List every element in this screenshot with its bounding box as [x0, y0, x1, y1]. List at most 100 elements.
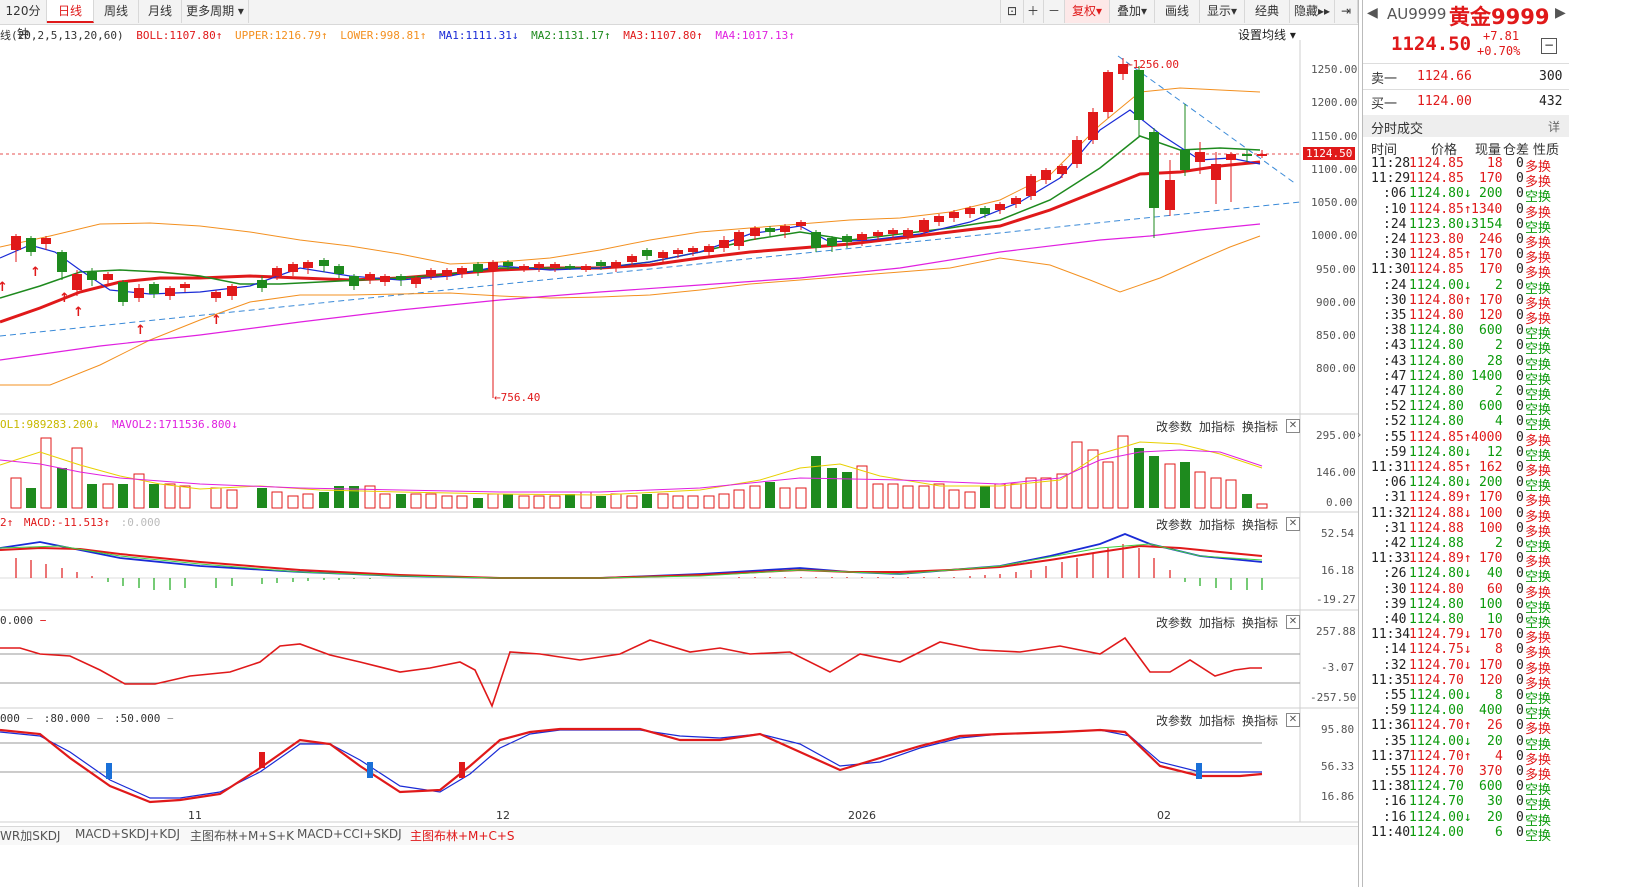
candle-body [134, 288, 144, 298]
template-tab[interactable]: MACD+SKDJ+KDJ [75, 827, 180, 841]
x-tick-label: 11 [188, 809, 202, 822]
tick-volume: 28 [1487, 353, 1503, 369]
classic-button[interactable]: 经典 [1245, 0, 1290, 23]
minimize-icon[interactable]: − [1541, 38, 1557, 54]
edit-params-button[interactable]: 改参数 [1156, 418, 1192, 435]
next-symbol-icon[interactable]: ▶ [1555, 5, 1566, 21]
close-panel-icon[interactable]: ✕ [1286, 517, 1300, 531]
candle-body [934, 216, 944, 222]
ticks-title: 分时成交 [1371, 122, 1424, 137]
volume-bars [10, 435, 1268, 509]
switch-indicator-button[interactable]: 换指标 [1242, 614, 1278, 631]
volume-bar [1010, 483, 1022, 509]
tick-row: :43 1124.80 2 0 空换 [1363, 338, 1569, 357]
chart-canvas[interactable]: ↑ ↑ ↑ ↑ ↑ ↑ [0, 40, 1358, 830]
tick-price: 1124.80 [1409, 353, 1464, 369]
tick-time: 11:36 [1371, 718, 1411, 734]
lock-icon[interactable]: ⊡ [1000, 0, 1024, 23]
add-indicator-button[interactable]: 加指标 [1199, 712, 1235, 729]
macd-period: 2 [0, 516, 7, 529]
period-tab-monthly[interactable]: 月线 [139, 0, 182, 23]
tick-row: 11:28 1124.85 18 0 多换 [1363, 156, 1569, 175]
switch-indicator-button[interactable]: 换指标 [1242, 516, 1278, 533]
candlestick [1180, 104, 1190, 176]
period-tab-daily[interactable]: 日线 [47, 0, 94, 23]
tick-oi: 0 [1516, 277, 1524, 293]
prev-symbol-icon[interactable]: ◀ [1367, 5, 1378, 21]
tick-oi: 0 [1516, 368, 1524, 384]
template-tab-active[interactable]: 主图布林+M+C+S [410, 827, 515, 844]
draw-line-button[interactable]: 画线 [1155, 0, 1200, 23]
overlay-dropdown[interactable]: 叠加▾ [1110, 0, 1155, 23]
splitter-line [1358, 0, 1359, 887]
ticks-list[interactable]: 11:28 1124.85 18 0 多换 11:29 1124.85 170 0 多换:06 11… [1363, 156, 1569, 887]
candle-body [550, 264, 560, 268]
tick-row: :30 1124.85↑ 170 0 多换 [1363, 247, 1569, 266]
tick-price: 1124.80 [1409, 384, 1464, 399]
tick-row: 11:34 1124.79↓ 170 0 多换 [1363, 627, 1569, 646]
adjust-rights-dropdown[interactable]: 复权▾ [1065, 0, 1110, 23]
more-periods-dropdown[interactable]: 更多周期 ▾ [182, 0, 249, 23]
candle-body [103, 274, 113, 280]
tick-volume: 170 [1479, 171, 1503, 187]
candlestick [118, 280, 128, 306]
zoom-out-icon[interactable]: － [1044, 0, 1065, 23]
tick-price: 1124.85 [1409, 171, 1464, 187]
volume-bar [1102, 461, 1114, 509]
period-tab-weekly[interactable]: 周线 [94, 0, 139, 23]
tick-volume: 200 [1479, 475, 1503, 491]
y-label: 1150.00 [1311, 130, 1358, 143]
symbol-code: AU9999 [1387, 5, 1447, 23]
edit-params-button[interactable]: 改参数 [1156, 712, 1192, 729]
kdj-value-a: 000 [0, 712, 20, 725]
close-panel-icon[interactable]: ✕ [1286, 713, 1300, 727]
edit-params-button[interactable]: 改参数 [1156, 516, 1192, 533]
y-label: 950.00 [1316, 263, 1356, 276]
volume-bar [71, 447, 83, 509]
tick-row: :38 1124.80 600 0 空换 [1363, 323, 1569, 342]
candle-body [565, 266, 575, 268]
tick-time: :59 [1383, 444, 1407, 460]
tick-row: :26 1124.80↓ 40 0 空换 [1363, 566, 1569, 585]
candlestick [519, 264, 529, 272]
display-dropdown[interactable]: 显示▾ [1200, 0, 1245, 23]
tick-oi: 0 [1516, 794, 1524, 810]
period-tab-120min[interactable]: 120分钟 [0, 0, 47, 41]
candle-body [919, 220, 929, 232]
tick-price: 1124.85↑ [1409, 247, 1472, 263]
volume-bar [733, 489, 745, 509]
candle-body [1134, 70, 1144, 120]
macd-value: MACD:-11.513 [23, 516, 104, 529]
ticks-detail-button[interactable]: 详 [1548, 118, 1560, 135]
splitter-toggle-icon[interactable]: › [1357, 428, 1361, 441]
volume-bar [179, 485, 191, 509]
close-panel-icon[interactable]: ✕ [1286, 419, 1300, 433]
template-tab[interactable]: 主图布林+M+S+K [190, 827, 294, 844]
add-indicator-button[interactable]: 加指标 [1199, 614, 1235, 631]
tick-oi: 0 [1516, 399, 1524, 415]
zoom-in-icon[interactable]: ＋ [1023, 0, 1044, 23]
template-tab[interactable]: MACD+CCI+SKDJ [297, 827, 402, 841]
switch-indicator-button[interactable]: 换指标 [1242, 712, 1278, 729]
candlestick [1165, 160, 1175, 216]
hide-button[interactable]: 隐藏▸▸ [1290, 0, 1335, 23]
tick-row: :47 1124.80 2 0 空换 [1363, 384, 1569, 403]
tick-row: :55 1124.70 370 0 多换 [1363, 764, 1569, 783]
collapse-icon[interactable]: ⇥ [1335, 0, 1358, 23]
switch-indicator-button[interactable]: 换指标 [1242, 418, 1278, 435]
close-panel-icon[interactable]: ✕ [1286, 615, 1300, 629]
tick-time: :40 [1383, 612, 1407, 627]
edit-params-button[interactable]: 改参数 [1156, 614, 1192, 631]
volume-bar [856, 465, 868, 509]
tick-oi: 0 [1516, 323, 1524, 339]
add-indicator-button[interactable]: 加指标 [1199, 516, 1235, 533]
cci-header: 0.000 − [0, 614, 47, 627]
template-tab[interactable]: WR加SKDJ [0, 827, 60, 844]
tick-oi: 0 [1516, 232, 1524, 247]
candle-body [1011, 198, 1021, 204]
volume-bar [118, 484, 128, 508]
overlay-label: 叠加 [1116, 4, 1141, 18]
add-indicator-button[interactable]: 加指标 [1199, 418, 1235, 435]
tick-oi: 0 [1516, 733, 1524, 749]
y-label: 95.80 [1321, 723, 1355, 736]
